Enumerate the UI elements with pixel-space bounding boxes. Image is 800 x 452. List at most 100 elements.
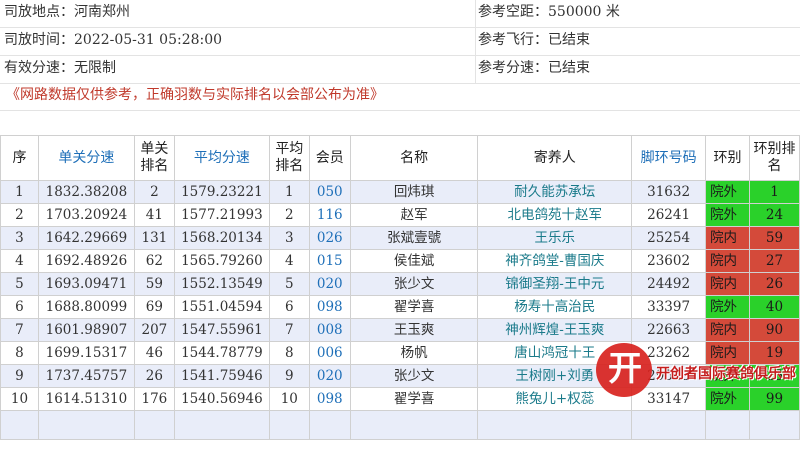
col-header-ring-type-rank: 环别排名 bbox=[749, 135, 800, 181]
row-ring-type-rank: 59 bbox=[749, 226, 800, 250]
row-member[interactable]: 026 bbox=[308, 226, 351, 250]
row-owner[interactable]: 锦御圣翔-王中元 bbox=[477, 272, 633, 296]
row-ring-type-rank: 1 bbox=[749, 180, 800, 204]
disclaimer-notice: 《网路数据仅供参考，正确羽数与实际排名以会部公布为准》 bbox=[0, 82, 800, 111]
row-speed: 1737.45757 bbox=[37, 364, 135, 388]
row-member[interactable]: 020 bbox=[308, 272, 351, 296]
reference-speed: 参考分速：已结束 bbox=[476, 56, 800, 83]
row-member[interactable]: 116 bbox=[308, 203, 351, 227]
row-avg-speed: 1565.79260 bbox=[173, 249, 270, 273]
row-speed: 1832.38208 bbox=[37, 180, 135, 204]
row-index: 1 bbox=[0, 180, 39, 204]
table-row[interactable]: 4 1692.48926 62 1565.79260 4 015 侯佳斌 神齐鸽堂-曹国庆 23… bbox=[0, 249, 800, 273]
reference-distance-value: 550000 米 bbox=[548, 4, 620, 20]
table-row[interactable]: 1 1832.38208 2 1579.23221 1 050 回炜琪 耐久能苏承坛 31632… bbox=[0, 180, 800, 204]
table-row[interactable]: 3 1642.29669 131 1568.20134 3 026 张斌壹號 王乐乐 25254… bbox=[0, 226, 800, 250]
row-member[interactable]: 006 bbox=[308, 341, 351, 365]
row-name: 杨帆 bbox=[349, 341, 479, 365]
row-member[interactable]: 020 bbox=[308, 364, 351, 388]
row-ring-type-rank: 90 bbox=[749, 318, 800, 342]
club-name: 开创者国际赛鸽俱乐部 bbox=[656, 366, 796, 382]
row-avg-rank: 2 bbox=[268, 203, 310, 227]
table-row[interactable]: 2 1703.20924 41 1577.21993 2 116 赵军 北电鸽苑十赵军 2624… bbox=[0, 203, 800, 227]
table-empty-row bbox=[0, 410, 800, 440]
row-avg-speed: 1552.13549 bbox=[173, 272, 270, 296]
row-member[interactable]: 015 bbox=[308, 249, 351, 273]
row-ring-type-rank: 26 bbox=[749, 272, 800, 296]
race-info-panel: 司放地点：河南郑州 参考空距：550000 米 司放时间：2022-05-31 … bbox=[0, 0, 800, 84]
row-speed: 1692.48926 bbox=[37, 249, 135, 273]
reference-speed-value: 已结束 bbox=[548, 60, 590, 76]
row-name: 张少文 bbox=[349, 272, 479, 296]
table-row[interactable]: 7 1601.98907 207 1547.55961 7 008 王玉爽 神州辉煌-王玉爽 2… bbox=[0, 318, 800, 342]
row-rank: 2 bbox=[133, 180, 175, 204]
row-owner[interactable]: 神州辉煌-王玉爽 bbox=[477, 318, 633, 342]
row-rank: 207 bbox=[133, 318, 175, 342]
col-header-ring[interactable]: 脚环号码 bbox=[631, 135, 707, 181]
col-header-avg-speed[interactable]: 平均分速 bbox=[173, 135, 270, 181]
valid-speed-value: 无限制 bbox=[74, 60, 116, 76]
reference-flight: 参考飞行：已结束 bbox=[476, 28, 800, 55]
row-owner[interactable]: 北电鸽苑十赵军 bbox=[477, 203, 633, 227]
row-member[interactable]: 050 bbox=[308, 180, 351, 204]
row-ring-type: 院外 bbox=[705, 203, 750, 227]
row-rank: 131 bbox=[133, 226, 175, 250]
row-avg-speed: 1568.20134 bbox=[173, 226, 270, 250]
col-header-ring-type: 环别 bbox=[705, 135, 750, 181]
row-index: 3 bbox=[0, 226, 39, 250]
empty-cell bbox=[308, 410, 351, 440]
release-time: 司放时间：2022-05-31 05:28:00 bbox=[0, 28, 476, 55]
row-avg-speed: 1541.75946 bbox=[173, 364, 270, 388]
row-avg-speed: 1551.04594 bbox=[173, 295, 270, 319]
row-rank: 69 bbox=[133, 295, 175, 319]
table-row[interactable]: 6 1688.80099 69 1551.04594 6 098 翟学喜 杨寿十高治民 3339… bbox=[0, 295, 800, 319]
release-place-label: 司放地点： bbox=[4, 4, 74, 20]
empty-cell bbox=[173, 410, 270, 440]
col-header-name: 名称 bbox=[349, 135, 479, 181]
empty-cell bbox=[749, 410, 800, 440]
row-rank: 62 bbox=[133, 249, 175, 273]
empty-cell bbox=[133, 410, 175, 440]
reference-flight-label: 参考飞行： bbox=[478, 32, 548, 48]
row-index: 5 bbox=[0, 272, 39, 296]
row-ring: 25254 bbox=[631, 226, 707, 250]
row-index: 2 bbox=[0, 203, 39, 227]
row-ring-type: 院内 bbox=[705, 249, 750, 273]
row-speed: 1642.29669 bbox=[37, 226, 135, 250]
row-avg-rank: 8 bbox=[268, 341, 310, 365]
row-avg-rank: 9 bbox=[268, 364, 310, 388]
row-owner[interactable]: 神齐鸽堂-曹国庆 bbox=[477, 249, 633, 273]
row-ring-type: 院内 bbox=[705, 272, 750, 296]
row-avg-rank: 6 bbox=[268, 295, 310, 319]
row-owner[interactable]: 杨寿十高治民 bbox=[477, 295, 633, 319]
row-owner[interactable]: 耐久能苏承坛 bbox=[477, 180, 633, 204]
empty-cell bbox=[268, 410, 310, 440]
row-member[interactable]: 098 bbox=[308, 295, 351, 319]
row-avg-rank: 7 bbox=[268, 318, 310, 342]
valid-speed-label: 有效分速： bbox=[4, 60, 74, 76]
row-avg-speed: 1577.21993 bbox=[173, 203, 270, 227]
row-avg-speed: 1540.56946 bbox=[173, 387, 270, 411]
row-ring: 24492 bbox=[631, 272, 707, 296]
col-header-speed[interactable]: 单关分速 bbox=[37, 135, 135, 181]
row-index: 7 bbox=[0, 318, 39, 342]
row-index: 10 bbox=[0, 387, 39, 411]
row-rank: 26 bbox=[133, 364, 175, 388]
table-header-row: 序 单关分速 单关排名 平均分速 平均排名 会员 名称 寄养人 脚环号码 环别 … bbox=[0, 135, 800, 181]
row-rank: 46 bbox=[133, 341, 175, 365]
row-speed: 1703.20924 bbox=[37, 203, 135, 227]
row-name: 张斌壹號 bbox=[349, 226, 479, 250]
row-member[interactable]: 098 bbox=[308, 387, 351, 411]
row-owner[interactable]: 王乐乐 bbox=[477, 226, 633, 250]
row-name: 翟学喜 bbox=[349, 295, 479, 319]
row-member[interactable]: 008 bbox=[308, 318, 351, 342]
row-avg-rank: 4 bbox=[268, 249, 310, 273]
row-name: 赵军 bbox=[349, 203, 479, 227]
table-row[interactable]: 5 1693.09471 59 1552.13549 5 020 张少文 锦御圣翔-王中元 24… bbox=[0, 272, 800, 296]
col-header-avg-rank: 平均排名 bbox=[268, 135, 310, 181]
col-header-member: 会员 bbox=[308, 135, 351, 181]
row-ring: 23602 bbox=[631, 249, 707, 273]
row-avg-rank: 10 bbox=[268, 387, 310, 411]
row-ring: 26241 bbox=[631, 203, 707, 227]
reference-distance-label: 参考空距： bbox=[478, 4, 548, 20]
